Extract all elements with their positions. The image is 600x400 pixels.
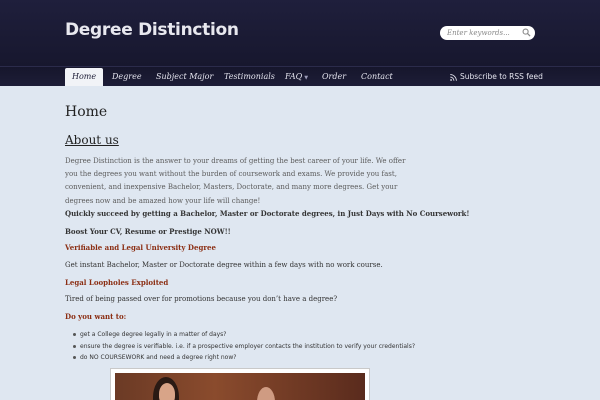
- nav-item-contact[interactable]: Contact: [361, 68, 393, 86]
- rss-icon: [450, 73, 457, 81]
- paragraph-instant-degree: Get instant Bachelor, Master or Doctorat…: [65, 261, 383, 269]
- heading-do-you-want: Do you want to:: [65, 312, 127, 321]
- rss-label: Subscribe to RSS feed: [460, 72, 543, 81]
- chevron-down-icon: ▼: [304, 75, 309, 81]
- section-title-about-us: About us: [65, 133, 119, 147]
- benefits-list: get a College degree legally in a matter…: [73, 329, 415, 364]
- list-item: get a College degree legally in a matter…: [73, 329, 415, 341]
- rss-link[interactable]: Subscribe to RSS feed: [450, 68, 543, 86]
- nav-item-faq-label: FAQ: [285, 72, 303, 81]
- nav-item-degree[interactable]: Degree: [112, 68, 142, 86]
- search-input[interactable]: [447, 27, 527, 39]
- list-item: do NO COURSEWORK and need a degree right…: [73, 352, 415, 364]
- nav-item-subject-major[interactable]: Subject Major: [156, 68, 213, 86]
- person-silhouette: [257, 387, 275, 400]
- search-box: [440, 26, 535, 40]
- site-header: Degree Distinction: [0, 0, 600, 66]
- heading-loopholes: Legal Loopholes Exploited: [65, 278, 169, 287]
- graduates-photo: [110, 368, 370, 400]
- nav-item-faq[interactable]: FAQ ▼: [285, 68, 308, 86]
- headline-boost-cv: Boost Your CV, Resume or Prestige NOW!!: [65, 227, 231, 236]
- page-title: Home: [65, 104, 108, 120]
- intro-paragraph: Degree Distinction is the answer to your…: [65, 157, 406, 205]
- nav-item-testimonials[interactable]: Testimonials: [224, 68, 275, 86]
- person-face: [159, 383, 175, 400]
- search-icon[interactable]: [522, 28, 531, 37]
- headline-succeed: Quickly succeed by getting a Bachelor, M…: [65, 209, 470, 218]
- list-item: ensure the degree is verifiable. i.e. if…: [73, 341, 415, 353]
- nav-item-order[interactable]: Order: [322, 68, 346, 86]
- site-title[interactable]: Degree Distinction: [65, 20, 239, 40]
- photo-image: [115, 373, 365, 400]
- nav-item-home[interactable]: Home: [65, 68, 104, 86]
- heading-verifiable: Verifiable and Legal University Degree: [65, 243, 216, 252]
- paragraph-promotions: Tired of being passed over for promotion…: [65, 295, 338, 303]
- main-nav: Home Degree Subject Major Testimonials F…: [0, 66, 600, 86]
